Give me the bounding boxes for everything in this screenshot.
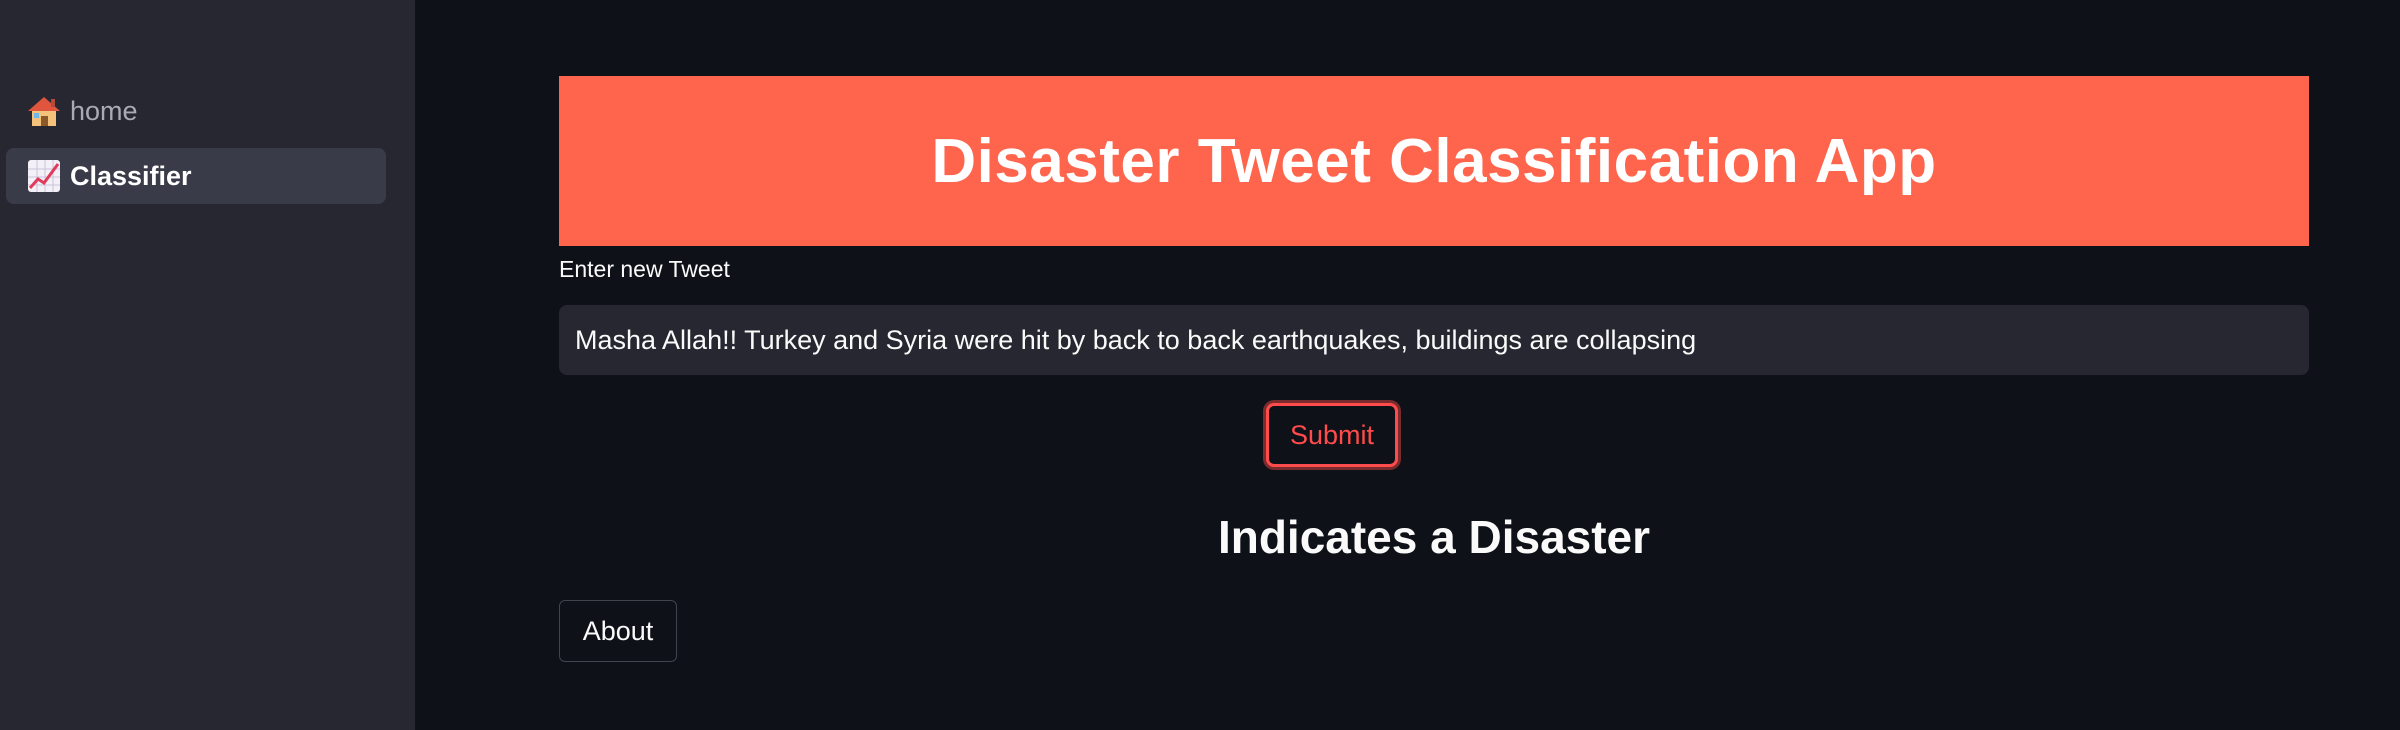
chart-increasing-icon xyxy=(26,158,62,194)
app-window: home Classifier Disaster Tweet Classific… xyxy=(0,0,2400,730)
tweet-input[interactable] xyxy=(559,305,2309,375)
page-title: Disaster Tweet Classification App xyxy=(931,126,1937,196)
main-content: Disaster Tweet Classification App Enter … xyxy=(415,0,2400,730)
sidebar-item-home[interactable]: home xyxy=(6,83,386,139)
house-icon xyxy=(26,93,62,129)
submit-button[interactable]: Submit xyxy=(1266,403,1398,467)
sidebar-item-label: home xyxy=(70,95,138,126)
title-banner: Disaster Tweet Classification App xyxy=(559,76,2309,246)
sidebar: home Classifier xyxy=(0,0,415,730)
tweet-input-label: Enter new Tweet xyxy=(559,256,730,282)
classification-result: Indicates a Disaster xyxy=(1217,511,1651,563)
sidebar-item-label: Classifier xyxy=(70,160,192,191)
about-button[interactable]: About xyxy=(559,600,677,662)
sidebar-item-classifier[interactable]: Classifier xyxy=(6,148,386,204)
